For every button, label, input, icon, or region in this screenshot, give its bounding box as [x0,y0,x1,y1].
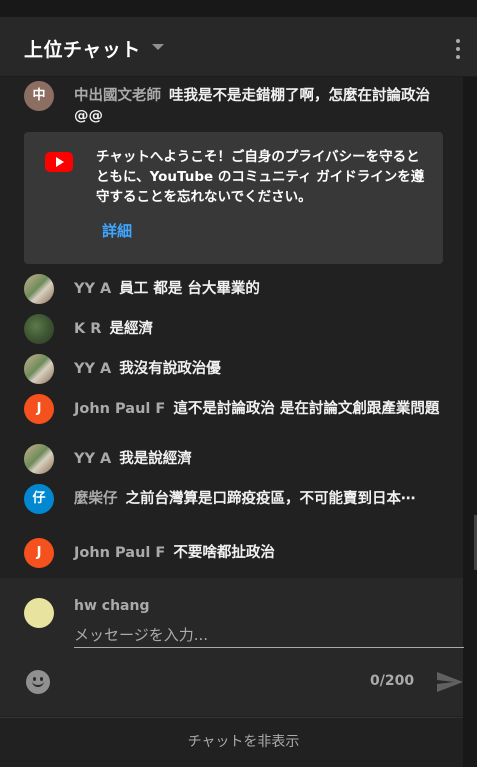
send-icon[interactable] [436,670,464,694]
chat-mode-title[interactable]: 上位チャット [24,35,141,62]
avatar[interactable]: 仔 [24,484,54,514]
hide-chat-bar[interactable]: チャットを非表示 [0,717,463,767]
live-chat-window: 上位チャット 中 中出國文老師 哇我是不是走錯棚了啊，怎麼在討論政治@@ YY A… [0,0,477,767]
message-text: 員工 都是 台大畢業的 [119,281,260,297]
chat-header: 上位チャット [0,17,477,77]
message-content: YY A 員工 都是 台大畢業的 [74,279,444,299]
user-name: hw chang [74,598,150,614]
message-content: K R 是經濟 [74,319,444,339]
avatar[interactable] [24,444,54,474]
avatar[interactable] [24,274,54,304]
welcome-banner: チャットへようこそ！ご自身のプライバシーを守るとともに、YouTube のコミュ… [24,132,443,264]
author-name[interactable]: K R [74,321,101,337]
more-vert-icon[interactable] [450,37,466,61]
avatar[interactable]: 中 [24,81,54,111]
author-name[interactable]: YY A [74,451,111,467]
message-text: 不要啥都扯政治 [173,545,275,561]
author-name[interactable]: John Paul F [74,401,165,417]
message-input[interactable] [74,622,464,648]
message-text: 之前台灣算是口蹄疫疫區，不可能賣到日本⋯ [125,491,416,507]
welcome-message: チャットへようこそ！ご自身のプライバシーを守るとともに、YouTube のコミュ… [96,149,425,205]
message-text: 是經濟 [109,321,153,337]
avatar[interactable] [24,314,54,344]
author-name[interactable]: 中出國文老師 [74,88,161,104]
user-avatar [24,598,54,628]
message-text: 我是說經濟 [119,451,192,467]
message-content: YY A 我沒有說政治優 [74,359,444,379]
avatar[interactable]: J [24,538,54,568]
emoji-icon[interactable] [26,670,50,694]
message-composer: hw chang 0/200 [0,578,464,716]
arrow-drop-down-icon[interactable] [152,44,164,50]
avatar[interactable]: J [24,394,54,424]
message-content: 麼柴仔 之前台灣算是口蹄疫疫區，不可能賣到日本⋯ [74,489,444,509]
hide-chat-button[interactable]: チャットを非表示 [0,731,477,751]
author-name[interactable]: YY A [74,281,111,297]
character-counter: 0/200 [370,673,415,689]
message-text: 我沒有說政治優 [119,361,221,377]
message-content: YY A 我是說經濟 [74,449,444,469]
author-name[interactable]: John Paul F [74,545,165,561]
learn-more-link[interactable]: 詳細 [102,220,132,241]
youtube-logo-icon [45,152,73,172]
author-name[interactable]: YY A [74,361,111,377]
message-text: 這不是討論政治 是在討論文創跟產業問題 [173,401,440,417]
author-name[interactable]: 麼柴仔 [74,491,118,507]
avatar[interactable] [24,354,54,384]
top-strip [0,0,477,17]
message-content: John Paul F 不要啥都扯政治 [74,543,444,563]
message-content: 中出國文老師 哇我是不是走錯棚了啊，怎麼在討論政治@@ [74,86,444,126]
message-content: John Paul F 這不是討論政治 是在討論文創跟產業問題 [74,399,444,419]
